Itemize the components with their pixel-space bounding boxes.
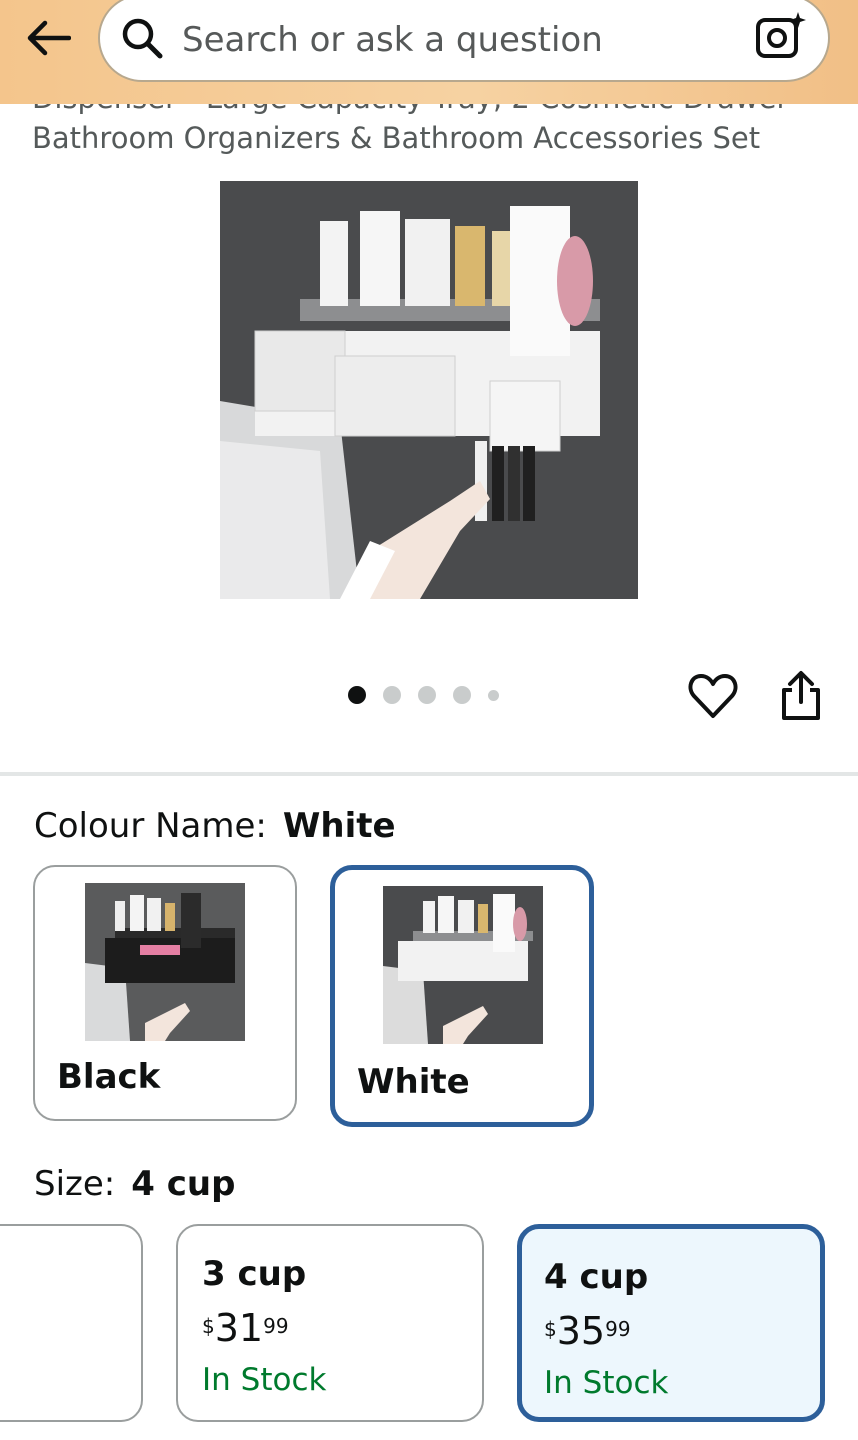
pager-dot-3[interactable] (418, 686, 436, 704)
colour-label-key: Colour Name: (34, 806, 267, 846)
camera-search-icon[interactable] (754, 10, 808, 62)
colour-option-black[interactable]: Black (33, 865, 297, 1121)
price-currency: $ (544, 1317, 557, 1341)
size-label-value: 4 cup (131, 1164, 236, 1204)
section-divider (0, 772, 858, 776)
pager-dot-4[interactable] (453, 686, 471, 704)
stock-status: In Stock (544, 1365, 669, 1401)
search-placeholder: Search or ask a question (182, 20, 603, 60)
colour-white-label: White (357, 1062, 470, 1102)
search-icon (122, 18, 163, 59)
top-header: Search or ask a question (0, 0, 858, 104)
product-title-line-2: Bathroom Organizers & Bathroom Accessori… (32, 121, 761, 155)
size-option-3-cup[interactable]: 3 cup $3199 In Stock (176, 1224, 484, 1422)
back-button[interactable] (22, 14, 74, 62)
size-option-name: 4 cup (544, 1257, 649, 1297)
price-whole: 31 (214, 1306, 264, 1350)
size-option-4-cup[interactable]: 4 cup $3599 In Stock (517, 1224, 825, 1422)
colour-option-white[interactable]: White (330, 865, 594, 1127)
size-option-price: $3599 (544, 1309, 631, 1353)
size-option-name: 3 cup (202, 1254, 307, 1294)
share-icon[interactable] (778, 670, 824, 722)
size-label-key: Size: (34, 1164, 116, 1204)
price-currency: $ (202, 1314, 215, 1338)
pager-dot-2[interactable] (383, 686, 401, 704)
colour-label-value: White (282, 806, 396, 846)
pager-dot-5[interactable] (488, 689, 499, 701)
search-input[interactable]: Search or ask a question (98, 0, 830, 82)
size-option-partial[interactable] (0, 1224, 143, 1422)
colour-black-image (85, 883, 245, 1041)
price-whole: 35 (556, 1309, 606, 1353)
stock-status: In Stock (202, 1362, 327, 1398)
size-label: Size: 4 cup (34, 1164, 235, 1204)
colour-name-label: Colour Name: White (34, 806, 396, 846)
back-arrow-icon (27, 20, 71, 56)
price-fraction: 99 (605, 1317, 631, 1341)
colour-white-image (383, 886, 543, 1044)
size-option-price: $3199 (202, 1306, 289, 1350)
product-image[interactable] (220, 181, 638, 599)
heart-icon[interactable] (688, 672, 738, 720)
pager-dot-1[interactable] (348, 686, 366, 704)
image-pager[interactable] (348, 686, 499, 704)
colour-black-label: Black (57, 1057, 161, 1097)
price-fraction: 99 (263, 1314, 289, 1338)
